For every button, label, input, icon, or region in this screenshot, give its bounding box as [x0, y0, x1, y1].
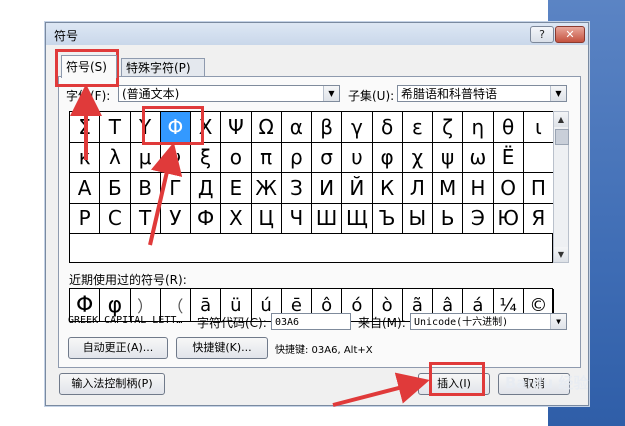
font-select-value: (普通文本)	[122, 87, 180, 101]
symbol-cell[interactable]: φ	[372, 142, 403, 173]
symbol-cell[interactable]: Ь	[433, 203, 464, 234]
symbol-cell[interactable]: К	[372, 173, 403, 204]
symbol-cell[interactable]: Т	[130, 203, 161, 234]
symbol-cell[interactable]: Д	[191, 173, 222, 204]
symbol-cell[interactable]: ν	[160, 142, 191, 173]
shortcut-text: 快捷键: 03A6, Alt+X	[275, 345, 373, 356]
symbol-cell[interactable]: ρ	[281, 142, 312, 173]
symbol-cell[interactable]: В	[130, 173, 161, 204]
symbol-cell[interactable]: У	[160, 203, 191, 234]
ime-control-button[interactable]: 输入法控制柄(P)	[59, 373, 165, 395]
symbol-cell[interactable]: Я	[523, 203, 554, 234]
symbol-cell[interactable]: ι	[523, 112, 554, 143]
character-name: GREEK CAPITAL LETT…	[68, 315, 183, 326]
symbol-cell[interactable]: ο	[221, 142, 252, 173]
symbol-cell[interactable]: Τ	[100, 112, 131, 143]
symbol-cell[interactable]: Х	[221, 203, 252, 234]
help-button[interactable]: ?	[530, 26, 554, 43]
close-button[interactable]: ✕	[555, 26, 585, 43]
autocorrect-button[interactable]: 自动更正(A)...	[68, 337, 168, 359]
symbol-cell[interactable]: γ	[342, 112, 373, 143]
window-title: 符号	[54, 29, 79, 43]
font-select[interactable]: (普通文本) ▼	[118, 85, 340, 102]
symbol-cell[interactable]: ω	[463, 142, 494, 173]
symbol-cell[interactable]: ψ	[433, 142, 464, 173]
symbol-cell[interactable]: β	[312, 112, 343, 143]
watermark: Baidu 经验	[505, 374, 589, 392]
symbol-cell[interactable]: Л	[402, 173, 433, 204]
symbol-cell[interactable]: Й	[342, 173, 373, 204]
chevron-down-icon[interactable]: ▼	[550, 86, 566, 101]
symbol-cell[interactable]: Б	[100, 173, 131, 204]
from-label: 来自(M):	[358, 316, 406, 330]
symbol-cell[interactable]: Φ	[160, 112, 191, 143]
font-label: 字体(F):	[66, 89, 111, 103]
symbol-dialog: 符号 ? ✕ 符号(S) 特殊字符(P) 字体(F): (普通文本) ▼ 子集(…	[45, 22, 589, 406]
scroll-up-icon[interactable]: ▲	[554, 112, 568, 127]
subset-select[interactable]: 希腊语和科普特语 ▼	[397, 85, 567, 102]
symbol-cell[interactable]: Щ	[342, 203, 373, 234]
recent-label: 近期使用过的符号(R):	[69, 273, 187, 287]
symbol-cell[interactable]: Υ	[130, 112, 161, 143]
symbol-cell[interactable]: Ъ	[372, 203, 403, 234]
symbol-cell[interactable]: Р	[70, 203, 101, 234]
scroll-thumb[interactable]	[555, 129, 569, 145]
from-select[interactable]: Unicode(十六进制) ▼	[410, 313, 567, 330]
symbol-cell[interactable]	[523, 142, 554, 173]
symbol-cell[interactable]: Ц	[251, 203, 282, 234]
scroll-down-icon[interactable]: ▼	[554, 247, 568, 262]
symbol-cell[interactable]: α	[281, 112, 312, 143]
symbol-cell[interactable]: Ë	[493, 142, 524, 173]
symbol-cell[interactable]: П	[523, 173, 554, 204]
symbol-cell[interactable]: π	[251, 142, 282, 173]
symbol-cell[interactable]: А	[70, 173, 101, 204]
symbol-cell[interactable]: Ю	[493, 203, 524, 234]
subset-select-value: 希腊语和科普特语	[401, 87, 498, 101]
symbol-cell[interactable]: Ω	[251, 112, 282, 143]
char-code-input[interactable]: 03A6	[271, 313, 351, 330]
symbol-cell[interactable]: ζ	[433, 112, 464, 143]
symbol-cell[interactable]: Ч	[281, 203, 312, 234]
symbol-cell[interactable]: Н	[463, 173, 494, 204]
symbol-cell[interactable]: М	[433, 173, 464, 204]
symbol-cell[interactable]: υ	[342, 142, 373, 173]
char-code-label: 字符代码(C):	[197, 316, 267, 330]
symbol-cell[interactable]: δ	[372, 112, 403, 143]
symbol-cell[interactable]: З	[281, 173, 312, 204]
tab-special-characters[interactable]: 特殊字符(P)	[121, 58, 205, 77]
symbol-cell[interactable]: Χ	[191, 112, 222, 143]
chevron-down-icon[interactable]: ▼	[550, 314, 566, 329]
symbol-cell[interactable]: Ж	[251, 173, 282, 204]
shortcut-key-button[interactable]: 快捷键(K)...	[176, 337, 268, 359]
symbol-grid-scrollbar[interactable]: ▲ ▼	[553, 111, 569, 263]
symbol-cell[interactable]: Е	[221, 173, 252, 204]
symbol-cell[interactable]: Э	[463, 203, 494, 234]
chevron-down-icon[interactable]: ▼	[323, 86, 339, 101]
symbol-cell[interactable]: Σ	[70, 112, 101, 143]
symbol-cell[interactable]: κ	[70, 142, 101, 173]
symbol-cell[interactable]: И	[312, 173, 343, 204]
symbol-grid: ΣΤΥΦΧΨΩαβγδεζηθι κλμνξοπρσυφχψωË АБВГДЕЖЗИ…	[69, 111, 554, 263]
from-select-value: Unicode(十六进制)	[414, 317, 509, 328]
tab-symbols[interactable]: 符号(S)	[61, 55, 117, 78]
symbol-cell[interactable]: Г	[160, 173, 191, 204]
symbol-cell[interactable]: σ	[312, 142, 343, 173]
symbol-cell[interactable]: μ	[130, 142, 161, 173]
symbol-cell[interactable]: χ	[402, 142, 433, 173]
subset-label: 子集(U):	[348, 89, 395, 103]
symbol-cell[interactable]: η	[463, 112, 494, 143]
symbol-cell[interactable]: ξ	[191, 142, 222, 173]
symbol-cell[interactable]: Ш	[312, 203, 343, 234]
symbol-cell[interactable]: Ф	[191, 203, 222, 234]
symbol-cell[interactable]: О	[493, 173, 524, 204]
symbol-cell[interactable]: Ы	[402, 203, 433, 234]
symbol-cell[interactable]: Ψ	[221, 112, 252, 143]
symbol-cell[interactable]: λ	[100, 142, 131, 173]
title-bar: 符号 ? ✕	[46, 23, 588, 45]
symbol-cell[interactable]: ε	[402, 112, 433, 143]
symbol-cell[interactable]: С	[100, 203, 131, 234]
insert-button[interactable]: 插入(I)	[418, 373, 490, 395]
symbol-cell[interactable]: θ	[493, 112, 524, 143]
